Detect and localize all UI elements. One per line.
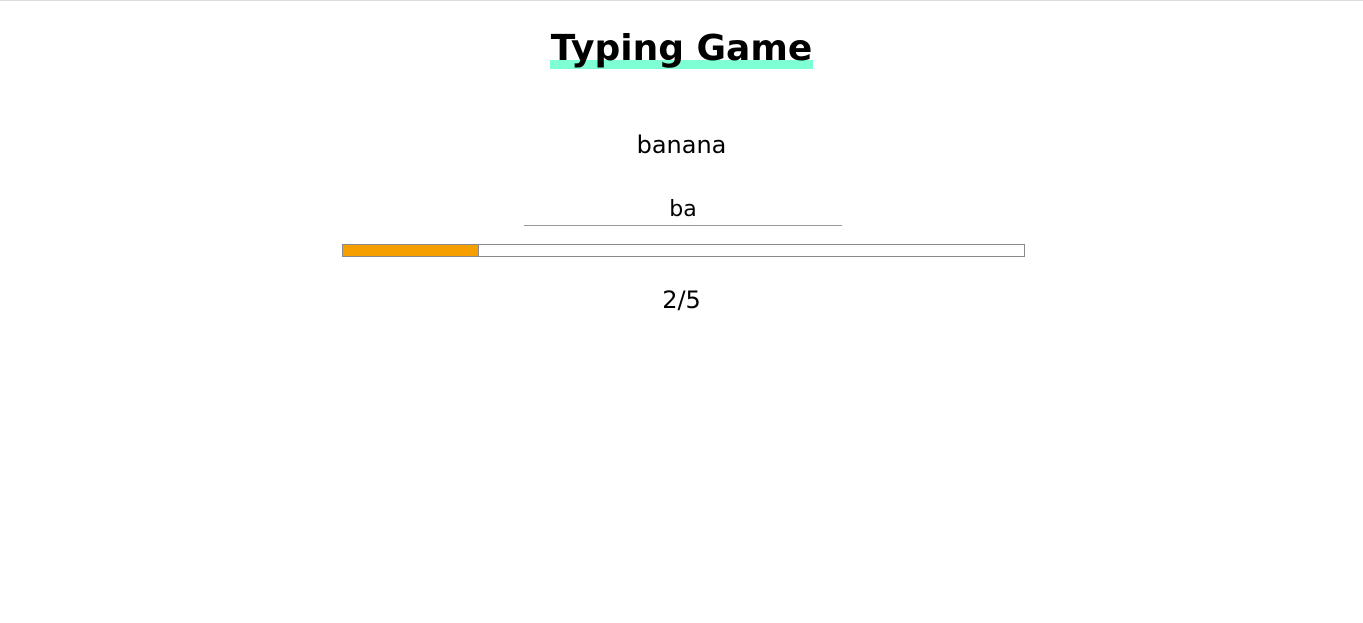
word-counter: 2/5 — [662, 286, 701, 314]
progress-bar — [342, 244, 1025, 257]
typing-input-container — [524, 194, 842, 226]
top-divider — [0, 0, 1363, 1]
typing-game-app: Typing Game banana 2/5 — [0, 0, 1363, 623]
progress-bar-fill — [343, 245, 480, 256]
target-word: banana — [636, 131, 727, 159]
title-container: Typing Game — [0, 26, 1363, 72]
page-title: Typing Game — [549, 26, 814, 72]
typing-input[interactable] — [524, 194, 842, 226]
